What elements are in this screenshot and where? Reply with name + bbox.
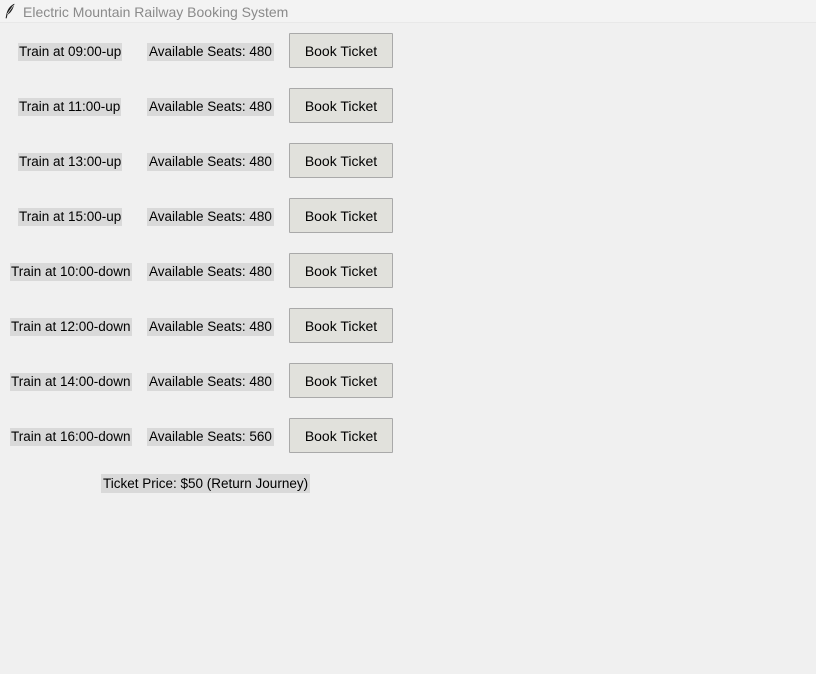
book-ticket-button[interactable]: Book Ticket xyxy=(289,308,393,343)
train-row: Train at 12:00-down Available Seats: 480… xyxy=(0,308,420,344)
train-row: Train at 14:00-down Available Seats: 480… xyxy=(0,363,420,399)
train-row: Train at 11:00-up Available Seats: 480 B… xyxy=(0,88,420,124)
train-time-label: Train at 15:00-up xyxy=(18,208,123,226)
feather-icon xyxy=(5,3,15,19)
train-time-label: Train at 10:00-down xyxy=(10,263,132,281)
available-seats-label: Available Seats: 480 xyxy=(147,153,274,171)
book-ticket-button[interactable]: Book Ticket xyxy=(289,143,393,178)
booking-panel: Train at 09:00-up Available Seats: 480 B… xyxy=(0,23,816,674)
train-row: Train at 10:00-down Available Seats: 480… xyxy=(0,253,420,289)
train-time-label: Train at 13:00-up xyxy=(18,153,123,171)
available-seats-label: Available Seats: 480 xyxy=(147,373,274,391)
available-seats-label: Available Seats: 480 xyxy=(147,318,274,336)
train-row: Train at 09:00-up Available Seats: 480 B… xyxy=(0,33,420,69)
book-ticket-button[interactable]: Book Ticket xyxy=(289,198,393,233)
available-seats-label: Available Seats: 560 xyxy=(147,428,274,446)
train-row: Train at 13:00-up Available Seats: 480 B… xyxy=(0,143,420,179)
title-bar: Electric Mountain Railway Booking System xyxy=(0,0,816,23)
available-seats-label: Available Seats: 480 xyxy=(147,208,274,226)
train-time-label: Train at 12:00-down xyxy=(10,318,132,336)
book-ticket-button[interactable]: Book Ticket xyxy=(289,33,393,68)
ticket-price-label: Ticket Price: $50 (Return Journey) xyxy=(101,474,311,493)
book-ticket-button[interactable]: Book Ticket xyxy=(289,88,393,123)
book-ticket-button[interactable]: Book Ticket xyxy=(289,253,393,288)
book-ticket-button[interactable]: Book Ticket xyxy=(289,363,393,398)
window-title: Electric Mountain Railway Booking System xyxy=(23,4,289,20)
train-time-label: Train at 16:00-down xyxy=(10,428,132,446)
available-seats-label: Available Seats: 480 xyxy=(147,263,274,281)
available-seats-label: Available Seats: 480 xyxy=(147,98,274,116)
train-time-label: Train at 14:00-down xyxy=(10,373,132,391)
train-time-label: Train at 09:00-up xyxy=(18,43,123,61)
available-seats-label: Available Seats: 480 xyxy=(147,43,274,61)
book-ticket-button[interactable]: Book Ticket xyxy=(289,418,393,453)
train-time-label: Train at 11:00-up xyxy=(18,98,122,116)
train-row: Train at 16:00-down Available Seats: 560… xyxy=(0,418,420,454)
train-row: Train at 15:00-up Available Seats: 480 B… xyxy=(0,198,420,234)
